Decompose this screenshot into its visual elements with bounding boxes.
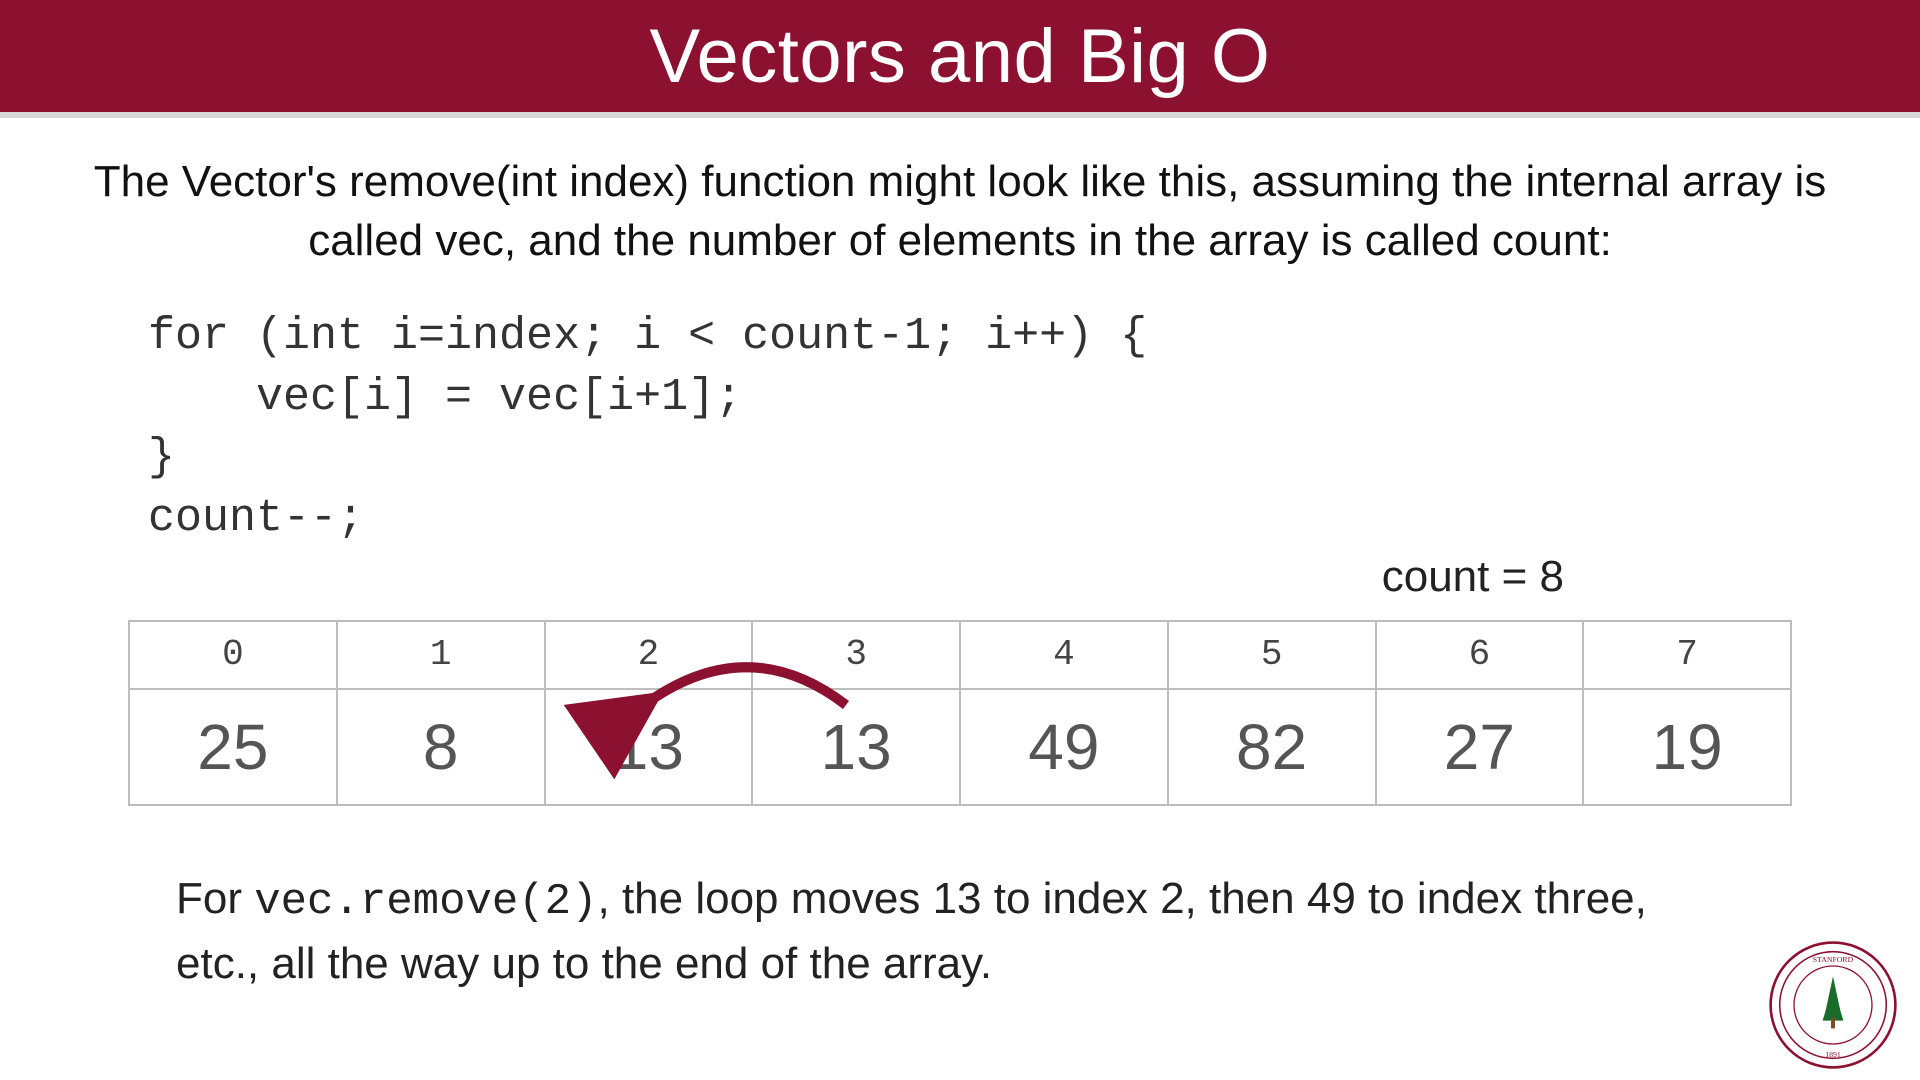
index-cell: 1: [337, 621, 545, 689]
svg-text:STANFORD: STANFORD: [1813, 955, 1854, 964]
index-row: 0 1 2 3 4 5 6 7: [129, 621, 1791, 689]
array-diagram: 0 1 2 3 4 5 6 7 25 8 13 13 49 82 27: [56, 620, 1864, 806]
page-title: Vectors and Big O: [649, 13, 1270, 100]
index-cell: 0: [129, 621, 337, 689]
index-cell: 6: [1376, 621, 1584, 689]
explain-prefix: For: [176, 874, 254, 923]
index-cell: 2: [545, 621, 753, 689]
value-cell: 25: [129, 689, 337, 805]
intro-text: The Vector's remove(int index) function …: [56, 152, 1864, 307]
value-cell: 13: [545, 689, 753, 805]
value-cell: 8: [337, 689, 545, 805]
index-cell: 4: [960, 621, 1168, 689]
stanford-seal-icon: STANFORD 1891: [1768, 940, 1898, 1070]
slide-body: The Vector's remove(int index) function …: [0, 118, 1920, 996]
svg-text:1891: 1891: [1825, 1050, 1841, 1059]
explain-code: vec.remove(2): [254, 877, 597, 927]
value-cell: 27: [1376, 689, 1584, 805]
value-cell: 82: [1168, 689, 1376, 805]
index-cell: 5: [1168, 621, 1376, 689]
value-cell: 19: [1583, 689, 1791, 805]
value-cell: 49: [960, 689, 1168, 805]
index-cell: 7: [1583, 621, 1791, 689]
value-cell: 13: [752, 689, 960, 805]
title-bar: Vectors and Big O: [0, 0, 1920, 118]
array-table: 0 1 2 3 4 5 6 7 25 8 13 13 49 82 27: [128, 620, 1792, 806]
explanation-text: For vec.remove(2), the loop moves 13 to …: [56, 806, 1864, 996]
index-cell: 3: [752, 621, 960, 689]
value-row: 25 8 13 13 49 82 27 19: [129, 689, 1791, 805]
code-snippet: for (int i=index; i < count-1; i++) { ve…: [56, 307, 1864, 558]
count-label: count = 8: [56, 552, 1864, 602]
